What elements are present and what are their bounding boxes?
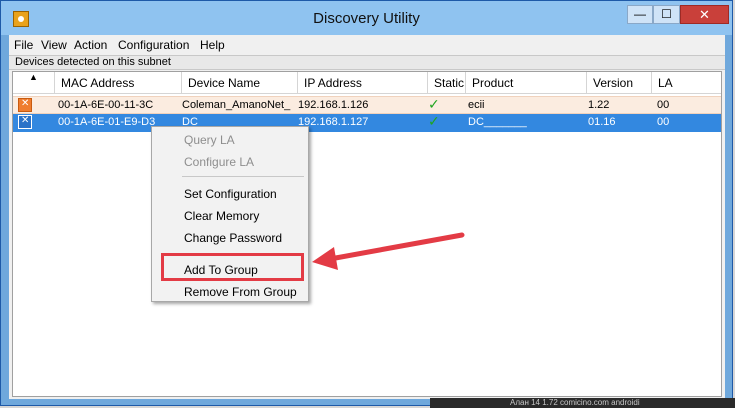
menu-configuration[interactable]: Configuration bbox=[118, 38, 189, 52]
menu-item-configure-la: Configure LA bbox=[184, 155, 255, 169]
column-la[interactable]: LA bbox=[652, 72, 721, 94]
cell-version: 01.16 bbox=[588, 116, 616, 128]
device-table[interactable]: ▲ MAC Address Device Name IP Address Sta… bbox=[12, 71, 722, 397]
cell-ip: 192.168.1.126 bbox=[298, 99, 369, 111]
subnet-devices-label: Devices detected on this subnet bbox=[9, 55, 725, 70]
device-icon bbox=[18, 98, 32, 112]
cell-version: 1.22 bbox=[588, 99, 610, 111]
column-mac-address[interactable]: MAC Address bbox=[55, 72, 182, 94]
client-area: File View Action Configuration Help Devi… bbox=[9, 35, 725, 399]
device-icon bbox=[18, 115, 32, 129]
column-static[interactable]: Static bbox=[428, 72, 466, 94]
table-row[interactable]: 00-1A-6E-00-11-3C Coleman_AmanoNet_ 192.… bbox=[13, 96, 721, 114]
column-device-name[interactable]: Device Name bbox=[182, 72, 298, 94]
menu-help[interactable]: Help bbox=[200, 38, 225, 52]
static-check-icon: ✓ bbox=[428, 114, 440, 130]
column-version[interactable]: Version bbox=[587, 72, 652, 94]
table-row-selected[interactable]: 00-1A-6E-01-E9-D3 DC 192.168.1.127 ✓ DC_… bbox=[13, 114, 721, 132]
discovery-utility-window: Discovery Utility — ☐ ✕ File View Action… bbox=[0, 0, 733, 406]
column-ip-address[interactable]: IP Address bbox=[298, 72, 428, 94]
menu-file[interactable]: File bbox=[14, 38, 33, 52]
menu-item-clear-memory[interactable]: Clear Memory bbox=[184, 209, 259, 223]
menu-item-remove-from-group[interactable]: Remove From Group bbox=[184, 285, 297, 299]
cell-product: ecii bbox=[468, 99, 485, 111]
menu-item-set-configuration[interactable]: Set Configuration bbox=[184, 187, 277, 201]
menu-item-change-password[interactable]: Change Password bbox=[184, 231, 282, 245]
menu-item-query-la: Query LA bbox=[184, 133, 235, 147]
column-product[interactable]: Product bbox=[466, 72, 587, 94]
title-bar[interactable]: Discovery Utility — ☐ ✕ bbox=[1, 1, 732, 35]
sort-indicator-icon[interactable]: ▲ bbox=[13, 72, 55, 94]
cell-mac: 00-1A-6E-01-E9-D3 bbox=[58, 116, 156, 128]
menu-separator bbox=[182, 176, 304, 177]
menu-bar: File View Action Configuration Help bbox=[9, 35, 725, 55]
annotation-highlight-box bbox=[161, 253, 304, 281]
static-check-icon: ✓ bbox=[428, 97, 440, 113]
window-title: Discovery Utility bbox=[313, 10, 420, 27]
minimize-button[interactable]: — bbox=[627, 5, 653, 24]
maximize-button[interactable]: ☐ bbox=[653, 5, 680, 24]
cell-la: 00 bbox=[657, 99, 670, 111]
cell-la: 00 bbox=[657, 116, 670, 128]
cell-mac: 00-1A-6E-00-11-3C bbox=[58, 99, 154, 111]
cell-product: DC_______ bbox=[468, 116, 527, 128]
cell-device-name: Coleman_AmanoNet_ bbox=[182, 99, 291, 111]
menu-view[interactable]: View bbox=[41, 38, 67, 52]
taskbar-text: Алан 14 1.72 comicino.com androidi bbox=[510, 398, 640, 407]
menu-action[interactable]: Action bbox=[74, 38, 107, 52]
close-button[interactable]: ✕ bbox=[680, 5, 729, 24]
